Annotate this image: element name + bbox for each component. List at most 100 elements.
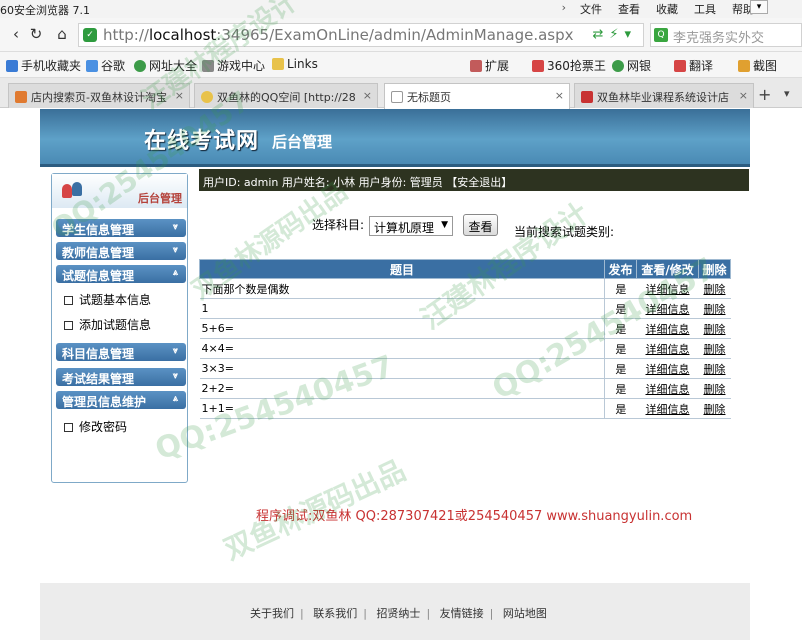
sidebar-item-question-info[interactable]: 试题基本信息 xyxy=(64,291,151,308)
menu-favorites[interactable]: 收藏 xyxy=(648,0,686,18)
sidebar-section-admin[interactable]: 管理员信息维护 ⩓ xyxy=(56,391,186,409)
sidebar-section-results[interactable]: 考试结果管理 ⩔ xyxy=(56,368,186,386)
subject-select[interactable]: 计算机原理 ▼ xyxy=(369,216,453,236)
chevron-up-icon: ⩓ xyxy=(172,268,178,278)
table-row: 2+2= 是详细信息 删除 xyxy=(199,378,731,399)
chevron-down-icon: ⩔ xyxy=(172,245,178,255)
new-tab-icon[interactable]: + xyxy=(758,85,771,104)
question-cell: 1 xyxy=(199,298,606,319)
sidebar-section-subjects[interactable]: 科目信息管理 ⩔ xyxy=(56,343,186,361)
toolbar-ticket[interactable]: 360抢票王 xyxy=(532,57,606,74)
bookmark-links[interactable]: Links xyxy=(272,57,318,71)
question-cell: 1+1= xyxy=(199,398,606,419)
shirt-skin-icon[interactable]: ▾ xyxy=(750,0,768,14)
footer-link-friends[interactable]: 友情链接 xyxy=(440,607,484,620)
table-row: 3×3= 是详细信息 删除 xyxy=(199,358,731,379)
details-link[interactable]: 详细信息 xyxy=(636,278,699,299)
tab-shop-search[interactable]: 店内搜索页-双鱼林设计淘宝 × xyxy=(8,83,190,108)
close-icon[interactable]: × xyxy=(739,89,748,102)
home-icon[interactable]: ⌂ xyxy=(52,25,72,43)
bookmark-games[interactable]: 游戏中心 xyxy=(202,57,265,74)
footer-link-about[interactable]: 关于我们 xyxy=(250,607,294,620)
search-box[interactable]: Q 李克强务实外交 xyxy=(650,23,802,47)
chevron-down-icon: ▼ xyxy=(441,220,448,230)
details-link[interactable]: 详细信息 xyxy=(636,378,699,399)
delete-link[interactable]: 删除 xyxy=(698,298,731,319)
details-link[interactable]: 详细信息 xyxy=(636,338,699,359)
refresh-icon[interactable]: ↻ xyxy=(26,25,46,43)
published-cell: 是 xyxy=(604,378,637,399)
chevron-down-icon: ⩔ xyxy=(172,371,178,381)
details-link[interactable]: 详细信息 xyxy=(636,358,699,379)
details-link[interactable]: 详细信息 xyxy=(636,298,699,319)
question-cell: 2+2= xyxy=(199,378,606,399)
view-button[interactable]: 查看 xyxy=(463,214,498,236)
table-row: 5+6= 是详细信息 删除 xyxy=(199,318,731,339)
debug-credit: 程序调试:双鱼林 QQ:287307421或254540457 www.shua… xyxy=(256,509,693,524)
menu-collapse-icon[interactable]: › xyxy=(556,0,572,18)
window-title: 60安全浏览器 7.1 xyxy=(0,4,90,17)
bookmark-mobile[interactable]: 手机收藏夹 xyxy=(6,57,81,74)
question-table: 题目 发布 查看/修改 删除 下面那个数是偶数是详细信息 删除 1 是详细信息 删除 5+… xyxy=(198,259,732,419)
delete-link[interactable]: 删除 xyxy=(698,378,731,399)
question-cell: 下面那个数是偶数 xyxy=(199,278,606,299)
search-icon: Q xyxy=(654,28,668,42)
published-cell: 是 xyxy=(604,338,637,359)
sidebar: 后台管理 学生信息管理 ⩔ 教师信息管理 ⩔ 试题信息管理 ⩓ 试题基本信息 添加试题… xyxy=(51,173,188,483)
published-cell: 是 xyxy=(604,278,637,299)
details-link[interactable]: 详细信息 xyxy=(636,318,699,339)
user-info-text[interactable]: 用户ID: admin 用户姓名: 小林 用户身份: 管理员 【安全退出】 xyxy=(203,176,512,189)
col-published: 发布 xyxy=(604,259,638,279)
footer-link-contact[interactable]: 联系我们 xyxy=(313,607,357,620)
bullet-icon xyxy=(64,321,73,330)
browser-navbar: ‹ ↻ ⌂ ✓ http://localhost:34965/ExamOnLin… xyxy=(0,18,802,52)
address-action-icons[interactable]: ⇄⚡▾ xyxy=(592,27,637,42)
sidebar-section-questions[interactable]: 试题信息管理 ⩓ xyxy=(56,265,186,283)
delete-link[interactable]: 删除 xyxy=(698,338,731,359)
back-icon[interactable]: ‹ xyxy=(6,25,26,43)
delete-link[interactable]: 删除 xyxy=(698,318,731,339)
toolbar-translate[interactable]: 翻译 xyxy=(674,57,713,74)
menu-view[interactable]: 查看 xyxy=(610,0,648,18)
chevron-up-icon: ⩓ xyxy=(172,394,178,404)
search-input[interactable]: 李克强务实外交 xyxy=(673,27,764,46)
footer-link-sitemap[interactable]: 网站地图 xyxy=(503,607,547,620)
tab-qq-space[interactable]: 双鱼林的QQ空间 [http://28 × xyxy=(194,83,378,108)
details-link[interactable]: 详细信息 xyxy=(636,398,699,419)
shield-icon: ✓ xyxy=(83,28,97,42)
tab-list-icon[interactable]: ▾ xyxy=(784,87,790,100)
address-text[interactable]: http://localhost:34965/ExamOnLine/admin/… xyxy=(103,26,574,44)
sidebar-header: 后台管理 xyxy=(52,174,187,208)
users-icon xyxy=(62,182,84,200)
address-bar[interactable]: ✓ http://localhost:34965/ExamOnLine/admi… xyxy=(78,23,644,47)
menu-file[interactable]: 文件 xyxy=(572,0,610,18)
menu-tools[interactable]: 工具 xyxy=(686,0,724,18)
sidebar-item-change-password[interactable]: 修改密码 xyxy=(64,418,127,435)
col-view-edit: 查看/修改 xyxy=(636,259,699,279)
bookmark-google[interactable]: 谷歌 xyxy=(86,57,125,74)
bookmark-nav[interactable]: 网址大全 xyxy=(134,57,197,74)
sidebar-item-add-question[interactable]: 添加试题信息 xyxy=(64,316,151,333)
close-icon[interactable]: × xyxy=(175,89,184,102)
table-body: 下面那个数是偶数是详细信息 删除 1 是详细信息 删除 5+6= 是详细信息 删除 4×4= 是详… xyxy=(199,278,731,419)
toolbar-bank[interactable]: 网银 xyxy=(612,57,651,74)
sidebar-section-teachers[interactable]: 教师信息管理 ⩔ xyxy=(56,242,186,260)
tab-untitled[interactable]: 无标题页 × xyxy=(384,83,570,109)
delete-link[interactable]: 删除 xyxy=(698,358,731,379)
delete-link[interactable]: 删除 xyxy=(698,398,731,419)
tab-course-store[interactable]: 双鱼林毕业课程系统设计店 × xyxy=(574,83,754,108)
published-cell: 是 xyxy=(604,298,637,319)
sidebar-section-students[interactable]: 学生信息管理 ⩔ xyxy=(56,219,186,237)
toolbar-screenshot[interactable]: 截图 xyxy=(738,57,777,74)
current-type-label: 当前搜索试题类别: xyxy=(514,225,615,239)
close-icon[interactable]: × xyxy=(363,89,372,102)
browser-titlebar: 60安全浏览器 7.1 › 文件 查看 收藏 工具 帮助 ▾ xyxy=(0,0,802,18)
published-cell: 是 xyxy=(604,358,637,379)
footer-link-jobs[interactable]: 招贤纳士 xyxy=(376,607,420,620)
bookmarks-bar: 手机收藏夹 谷歌 网址大全 游戏中心 Links 扩展 360抢票王 网银 翻译… xyxy=(0,52,802,78)
question-cell: 5+6= xyxy=(199,318,606,339)
chevron-down-icon: ⩔ xyxy=(172,346,178,356)
toolbar-extensions[interactable]: 扩展 xyxy=(470,57,509,74)
close-icon[interactable]: × xyxy=(555,89,564,102)
delete-link[interactable]: 删除 xyxy=(698,278,731,299)
